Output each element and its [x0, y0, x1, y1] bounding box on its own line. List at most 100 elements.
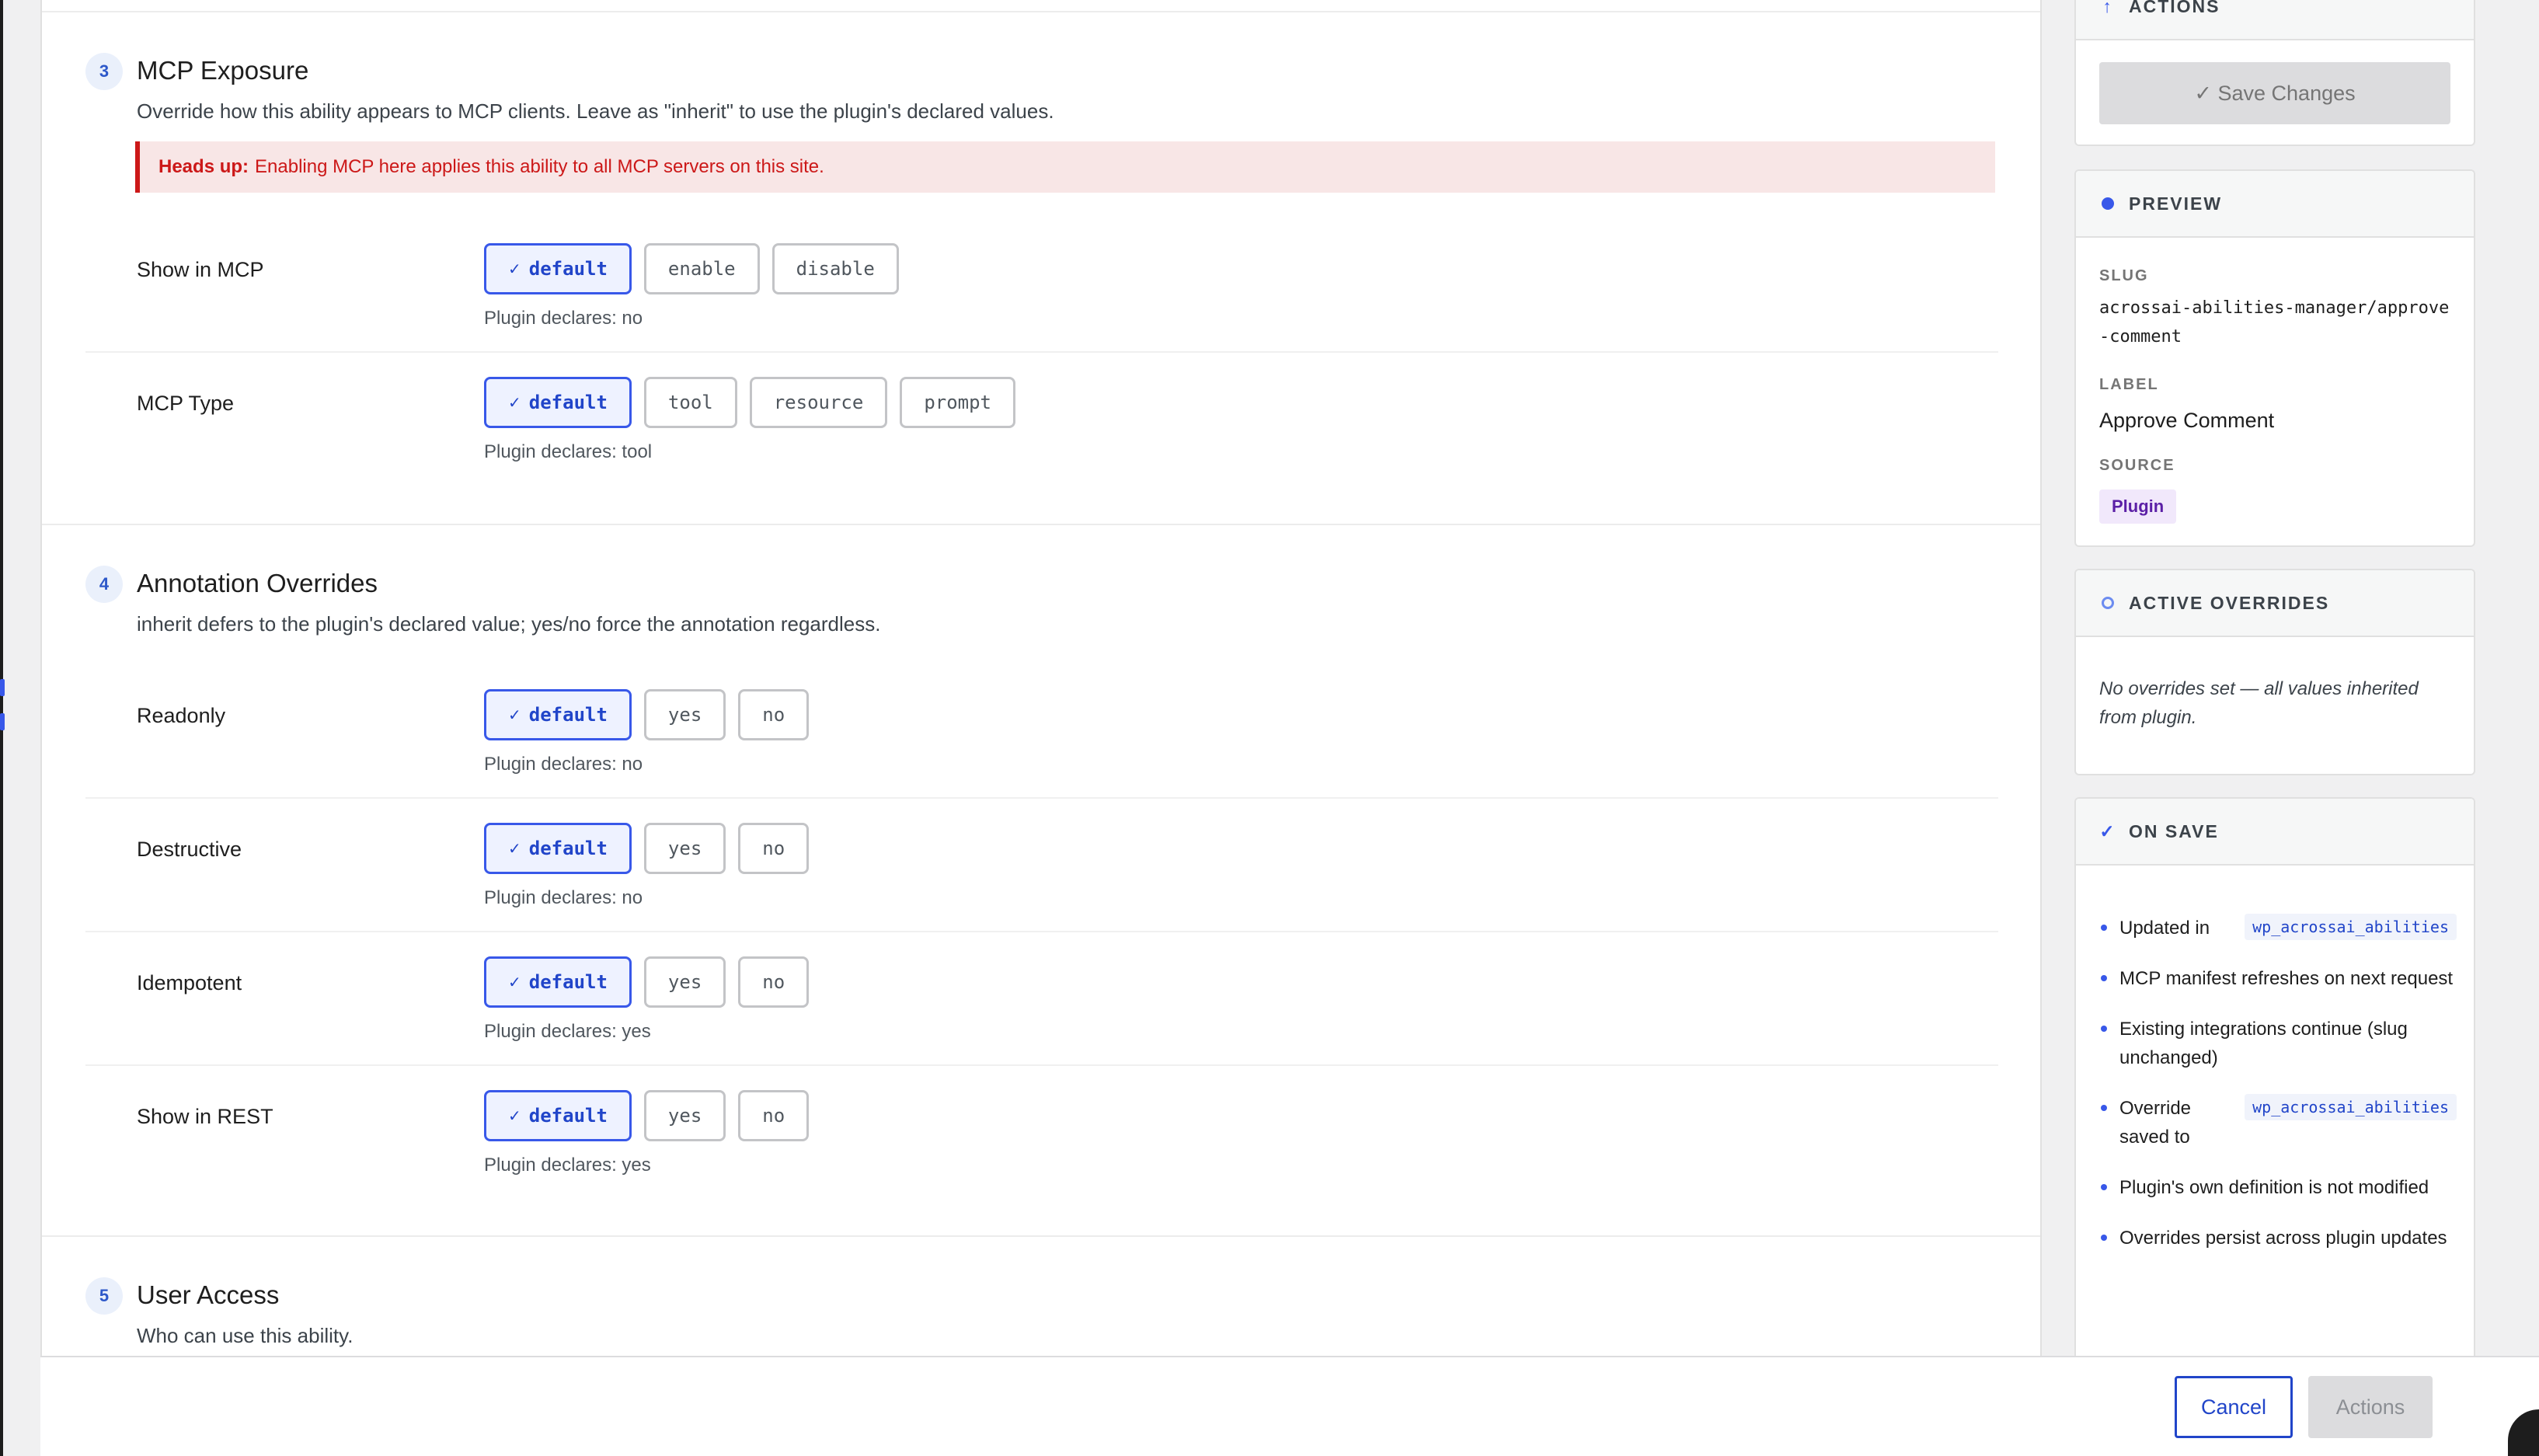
form-footer: Cancel Actions: [40, 1356, 2539, 1456]
section-user-access: 5 User Access Who can use this ability.: [42, 1235, 2040, 1356]
row-divider: [85, 1064, 1998, 1066]
on-save-list: Updated in wp_acrossai_abilities MCP man…: [2099, 914, 2457, 1274]
on-save-header: ✓ ON SAVE: [2076, 799, 2474, 866]
idempotent-option-default[interactable]: ✓ default: [484, 956, 632, 1008]
list-item: Plugin's own definition is not modified: [2099, 1173, 2457, 1202]
show-in-mcp-option-disable[interactable]: disable: [771, 243, 899, 294]
idempotent-option-yes[interactable]: yes: [643, 956, 726, 1008]
destructive-option-default[interactable]: ✓ default: [484, 823, 632, 874]
mcp-warning-alert: Heads up: Enabling MCP here applies this…: [135, 141, 1995, 193]
section-number: 5: [85, 1277, 123, 1315]
row-divider: [85, 931, 1998, 932]
row-divider: [85, 797, 1998, 799]
section-description: inherit defers to the plugin's declared …: [137, 612, 881, 636]
section-title: MCP Exposure: [137, 56, 309, 85]
show-in-mcp-hint: Plugin declares: no: [484, 308, 643, 329]
actions-button[interactable]: Actions: [2308, 1376, 2433, 1438]
section-number: 3: [85, 53, 123, 90]
active-overrides-panel: ACTIVE OVERRIDES No overrides set — all …: [2074, 569, 2475, 775]
active-overrides-title: ACTIVE OVERRIDES: [2129, 592, 2330, 613]
ability-edit-form: 3 MCP Exposure Override how this ability…: [40, 0, 2042, 1356]
dot-icon: [2102, 197, 2114, 210]
mcp-type-label: MCP Type: [137, 392, 235, 415]
section-annotation-overrides: 4 Annotation Overrides inherit defers to…: [42, 524, 2040, 1235]
destructive-selector: ✓ default yes no: [484, 823, 810, 874]
section-number: 4: [85, 566, 123, 603]
source-label: SOURCE: [2099, 457, 2175, 474]
show-in-rest-selector: ✓ default yes no: [484, 1090, 810, 1141]
on-save-title: ON SAVE: [2129, 820, 2219, 841]
show-in-mcp-option-default[interactable]: ✓ default: [484, 243, 632, 294]
table-name-code: wp_acrossai_abilities: [2245, 1094, 2457, 1120]
show-in-rest-label: Show in REST: [137, 1105, 273, 1128]
section-mcp-exposure: 3 MCP Exposure Override how this ability…: [42, 11, 2040, 524]
check-icon: ✓: [508, 705, 521, 724]
readonly-option-default[interactable]: ✓ default: [484, 689, 632, 740]
readonly-hint: Plugin declares: no: [484, 754, 643, 775]
active-overrides-header: ACTIVE OVERRIDES: [2076, 570, 2474, 637]
table-name-code: wp_acrossai_abilities: [2245, 914, 2457, 940]
check-icon: ✓: [508, 393, 521, 412]
show-in-rest-hint: Plugin declares: yes: [484, 1155, 651, 1176]
show-in-rest-option-yes[interactable]: yes: [643, 1090, 726, 1141]
save-changes-button[interactable]: ✓ Save Changes: [2099, 62, 2450, 124]
section-description: Override how this ability appears to MCP…: [137, 99, 1054, 123]
list-item: MCP manifest refreshes on next request: [2099, 964, 2457, 993]
actions-panel-title: ACTIONS: [2129, 0, 2220, 16]
show-in-mcp-selector: ✓ default enable disable: [484, 243, 899, 294]
show-in-mcp-label: Show in MCP: [137, 258, 264, 281]
check-icon: ✓: [508, 260, 521, 278]
list-item: Updated in wp_acrossai_abilities: [2099, 914, 2457, 942]
idempotent-label: Idempotent: [137, 971, 242, 994]
show-in-rest-option-no[interactable]: no: [738, 1090, 810, 1141]
mcp-type-option-tool[interactable]: tool: [643, 377, 737, 428]
mcp-type-selector: ✓ default tool resource prompt: [484, 377, 1016, 428]
check-icon: ✓: [508, 973, 521, 991]
slug-label: SLUG: [2099, 267, 2149, 284]
destructive-hint: Plugin declares: no: [484, 887, 643, 908]
check-icon: ✓: [508, 839, 521, 858]
show-in-mcp-option-enable[interactable]: enable: [643, 243, 760, 294]
idempotent-hint: Plugin declares: yes: [484, 1021, 651, 1042]
list-item: Overrides persist across plugin updates: [2099, 1224, 2457, 1252]
mcp-type-option-prompt[interactable]: prompt: [900, 377, 1016, 428]
actions-panel: ↑ ACTIONS ✓ Save Changes: [2074, 0, 2475, 146]
label-value: Approve Comment: [2099, 409, 2275, 432]
idempotent-option-no[interactable]: no: [738, 956, 810, 1008]
slug-value: acrossai-abilities-manager/approve-comme…: [2099, 298, 2450, 347]
readonly-option-no[interactable]: no: [738, 689, 810, 740]
section-description: Who can use this ability.: [137, 1324, 354, 1347]
alert-strong: Heads up:: [158, 156, 249, 177]
source-badge: Plugin: [2099, 489, 2177, 524]
destructive-label: Destructive: [137, 838, 242, 861]
section-title: User Access: [137, 1280, 280, 1309]
actions-panel-header: ↑ ACTIONS: [2076, 0, 2474, 40]
destructive-option-no[interactable]: no: [738, 823, 810, 874]
circle-icon: [2102, 597, 2114, 609]
label-label: LABEL: [2099, 376, 2159, 393]
mcp-type-hint: Plugin declares: tool: [484, 441, 653, 462]
row-divider: [85, 351, 1998, 353]
alert-text: Enabling MCP here applies this ability t…: [255, 156, 824, 177]
show-in-rest-option-default[interactable]: ✓ default: [484, 1090, 632, 1141]
edge-marker: [0, 679, 5, 696]
check-icon: ✓: [2099, 820, 2116, 841]
mcp-type-option-default[interactable]: ✓ default: [484, 377, 632, 428]
edge-marker: [0, 713, 5, 730]
no-overrides-note: No overrides set — all values inherited …: [2099, 678, 2419, 728]
destructive-option-yes[interactable]: yes: [643, 823, 726, 874]
readonly-option-yes[interactable]: yes: [643, 689, 726, 740]
cancel-button[interactable]: Cancel: [2175, 1376, 2293, 1438]
section-title: Annotation Overrides: [137, 569, 378, 597]
check-icon: ✓: [508, 1106, 521, 1125]
mcp-type-option-resource[interactable]: resource: [749, 377, 888, 428]
preview-panel: PREVIEW SLUG acrossai-abilities-manager/…: [2074, 169, 2475, 547]
idempotent-selector: ✓ default yes no: [484, 956, 810, 1008]
on-save-panel: ✓ ON SAVE Updated in wp_acrossai_abiliti…: [2074, 797, 2475, 1388]
list-item: Override saved to wp_acrossai_abilities: [2099, 1094, 2457, 1151]
arrow-up-icon: ↑: [2102, 0, 2113, 16]
preview-panel-header: PREVIEW: [2076, 171, 2474, 238]
readonly-label: Readonly: [137, 704, 226, 727]
readonly-selector: ✓ default yes no: [484, 689, 810, 740]
list-item: Existing integrations continue (slug unc…: [2099, 1015, 2457, 1072]
